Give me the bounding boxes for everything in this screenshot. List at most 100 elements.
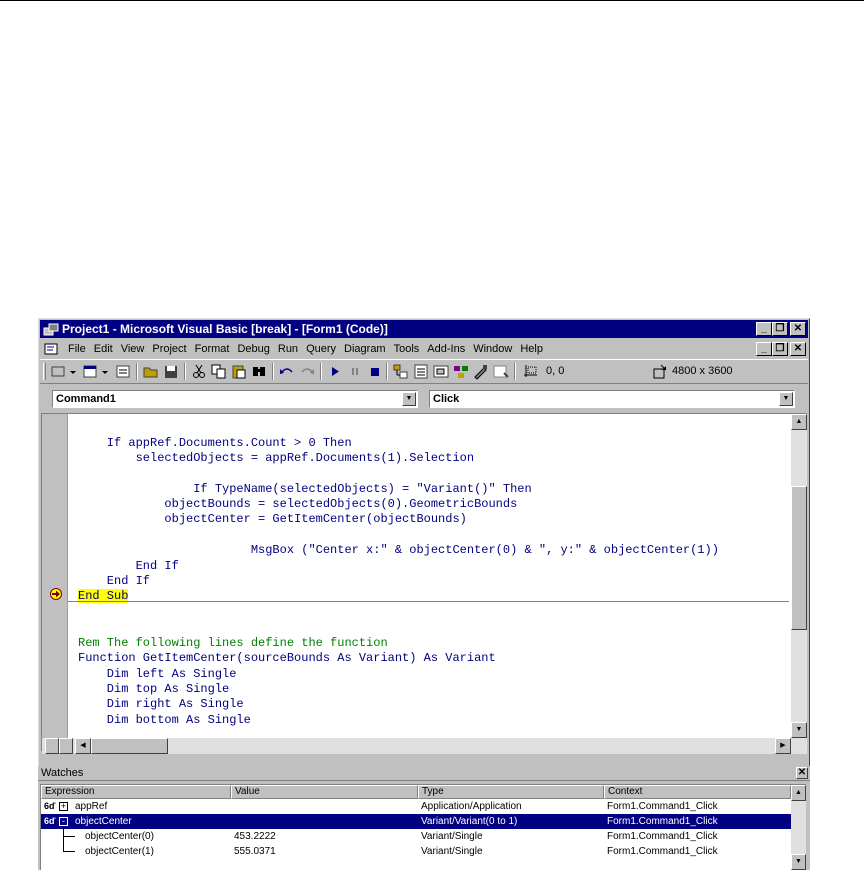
watches-vertical-scrollbar[interactable]: ▲ ▼ <box>791 785 806 870</box>
code-line[interactable]: objectBounds = selectedObjects(0).Geomet… <box>78 497 517 511</box>
code-line[interactable]: If appRef.Documents.Count > 0 Then <box>78 436 352 450</box>
cut-icon[interactable] <box>190 363 208 380</box>
title-bar[interactable]: Project1 - Microsoft Visual Basic [break… <box>40 320 808 338</box>
position-readout: 0, 0 <box>546 365 565 377</box>
menu-format[interactable]: Format <box>191 340 234 358</box>
add-form-icon[interactable] <box>82 363 110 380</box>
form-layout-icon[interactable] <box>432 363 450 380</box>
watches-column-headers: Expression Value Type Context <box>41 785 791 799</box>
menu-run[interactable]: Run <box>274 340 302 358</box>
watch-row[interactable]: objectCenter(1) 555.0371 Variant/Single For… <box>41 836 791 859</box>
code-vertical-scrollbar[interactable]: ▲ ▼ <box>791 414 807 738</box>
minimize-icon[interactable]: _ <box>756 322 772 336</box>
menu-edit[interactable]: Edit <box>90 340 117 358</box>
scroll-down-icon[interactable]: ▼ <box>791 854 806 870</box>
watch-context: Form1.Command1_Click <box>607 831 718 842</box>
watch-row[interactable]: 6ď - objectCenter Variant/Variant(0 to 1) Fo… <box>41 814 791 829</box>
close-icon[interactable]: ✕ <box>796 767 808 779</box>
project-explorer-icon[interactable] <box>392 363 410 380</box>
code-line[interactable]: Dim right As Single <box>78 697 244 711</box>
object-combo-value: Command1 <box>56 393 116 405</box>
scroll-down-icon[interactable]: ▼ <box>791 722 807 738</box>
menu-editor-icon[interactable] <box>114 363 132 380</box>
mdi-minimize-icon[interactable]: _ <box>756 342 772 356</box>
find-icon[interactable] <box>250 363 268 380</box>
watch-expression: objectCenter(0) <box>85 831 154 842</box>
scroll-up-icon[interactable]: ▲ <box>791 414 807 430</box>
close-icon[interactable]: ✕ <box>790 322 806 336</box>
toolbar-separator <box>184 363 186 380</box>
column-header-type[interactable]: Type <box>418 785 604 799</box>
code-line[interactable]: Dim top As Single <box>78 682 229 696</box>
watch-row[interactable]: objectCenter(0) 453.2222 Variant/Single For… <box>41 827 791 844</box>
menu-diagram[interactable]: Diagram <box>340 340 390 358</box>
menu-file[interactable]: File <box>64 340 90 358</box>
code-line[interactable]: End If <box>78 559 179 573</box>
run-icon[interactable] <box>326 363 344 380</box>
menu-window[interactable]: Window <box>469 340 516 358</box>
code-line[interactable]: objectCenter = GetItemCenter(objectBound… <box>78 512 466 526</box>
top-border-line <box>0 0 864 1</box>
paste-icon[interactable] <box>230 363 248 380</box>
code-line[interactable]: Dim left As Single <box>78 667 237 681</box>
full-module-view-icon[interactable] <box>59 738 73 754</box>
redo-icon[interactable] <box>298 363 316 380</box>
scroll-right-icon[interactable]: ▶ <box>775 738 791 754</box>
column-header-value[interactable]: Value <box>231 785 418 799</box>
chevron-down-icon[interactable]: ▼ <box>779 392 793 406</box>
properties-window-icon[interactable] <box>412 363 430 380</box>
menu-tools[interactable]: Tools <box>390 340 424 358</box>
chevron-down-icon[interactable]: ▼ <box>402 392 416 406</box>
code-line[interactable]: Dim bottom As Single <box>78 713 251 727</box>
margin-indicator-bar[interactable] <box>42 414 68 738</box>
scroll-left-icon[interactable]: ◀ <box>75 738 91 754</box>
stop-icon[interactable] <box>366 363 384 380</box>
toolbox-icon[interactable] <box>472 363 490 380</box>
object-browser-icon[interactable] <box>452 363 470 380</box>
menu-query[interactable]: Query <box>302 340 340 358</box>
toolbar-grip[interactable] <box>43 363 46 380</box>
code-line[interactable]: End If <box>78 574 150 588</box>
restore-icon[interactable]: ❐ <box>772 322 788 336</box>
save-icon[interactable] <box>162 363 180 380</box>
copy-icon[interactable] <box>210 363 228 380</box>
menu-add-ins[interactable]: Add-Ins <box>423 340 469 358</box>
break-icon[interactable] <box>346 363 364 380</box>
add-project-icon[interactable] <box>50 363 78 380</box>
code-line[interactable]: Rem The following lines define the funct… <box>78 636 388 650</box>
code-window-icon[interactable] <box>44 343 58 355</box>
open-folder-icon[interactable] <box>142 363 160 380</box>
expand-icon[interactable]: + <box>59 802 68 811</box>
menu-view[interactable]: View <box>117 340 149 358</box>
procedure-view-icon[interactable] <box>45 738 59 754</box>
menu-debug[interactable]: Debug <box>233 340 273 358</box>
object-combo[interactable]: Command1 ▼ <box>52 390 418 408</box>
code-line[interactable]: selectedObjects = appRef.Documents(1).Se… <box>78 451 474 465</box>
watch-row[interactable]: 6ď + appRef Application/Application Form1.Co… <box>41 799 791 814</box>
code-line[interactable]: Function GetItemCenter(sourceBounds As V… <box>78 651 496 665</box>
data-view-icon[interactable] <box>492 363 510 380</box>
watches-title-bar[interactable]: Watches ✕ <box>38 766 810 781</box>
watch-type: Application/Application <box>421 801 522 812</box>
menu-project[interactable]: Project <box>148 340 190 358</box>
column-header-expression[interactable]: Expression <box>41 785 231 799</box>
undo-icon[interactable] <box>278 363 296 380</box>
mdi-restore-icon[interactable]: ❐ <box>772 342 788 356</box>
horizontal-scroll-thumb[interactable] <box>91 738 168 754</box>
collapse-icon[interactable]: - <box>59 817 68 826</box>
procedure-combo[interactable]: Click ▼ <box>429 390 795 408</box>
code-horizontal-scrollbar[interactable]: ◀ ▶ <box>42 738 807 754</box>
scroll-thumb[interactable] <box>791 486 807 630</box>
column-header-context[interactable]: Context <box>604 785 791 799</box>
mdi-close-icon[interactable]: ✕ <box>790 342 806 356</box>
mdi-caption-buttons: _ ❐ ✕ <box>756 342 806 356</box>
watch-type: Variant/Single <box>421 831 483 842</box>
glasses-icon: 6ď <box>44 801 56 811</box>
menu-help[interactable]: Help <box>516 340 547 358</box>
scroll-up-icon[interactable]: ▲ <box>791 785 806 801</box>
code-line[interactable]: MsgBox ("Center x:" & objectCenter(0) & … <box>78 543 719 557</box>
code-text[interactable]: If appRef.Documents.Count > 0 Then selec… <box>78 414 789 738</box>
toolbar-separator <box>320 363 322 380</box>
code-line[interactable]: If TypeName(selectedObjects) = "Variant(… <box>78 482 531 496</box>
watches-title: Watches <box>41 767 84 779</box>
